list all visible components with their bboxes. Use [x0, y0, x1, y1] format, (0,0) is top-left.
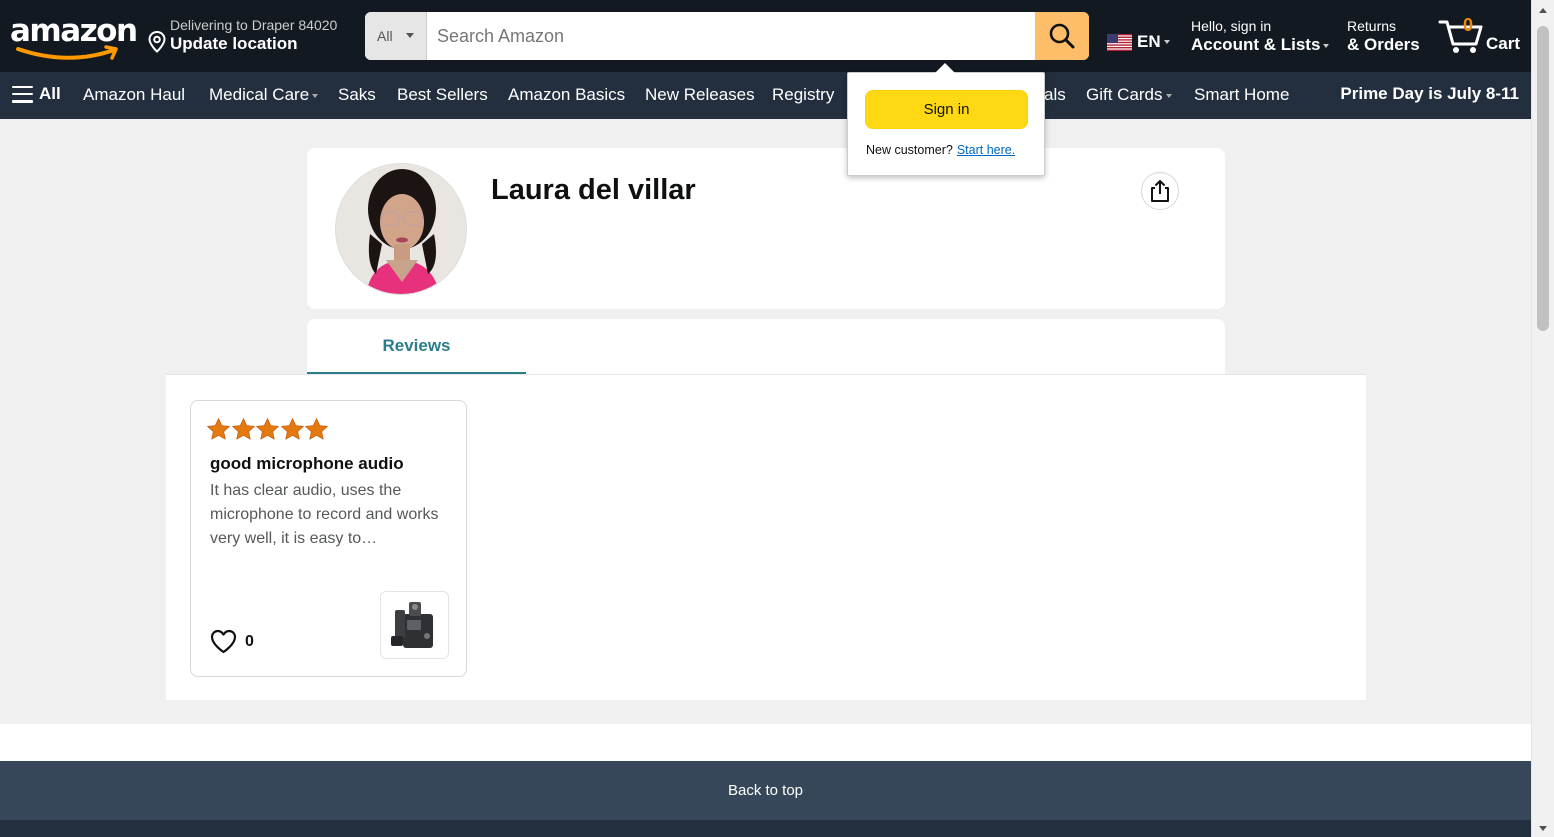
- avatar: [335, 163, 467, 295]
- search-icon: [1049, 23, 1075, 49]
- review-title[interactable]: good microphone audio: [210, 454, 404, 474]
- nav-item-medical-care[interactable]: Medical Care: [209, 85, 319, 105]
- caret-down-icon: [1165, 93, 1172, 98]
- profile-card: Laura del villar: [307, 148, 1225, 309]
- review-body: It has clear audio, uses the microphone …: [210, 482, 439, 547]
- search-category-dropdown[interactable]: All: [365, 12, 427, 60]
- sign-in-button[interactable]: Sign in: [865, 90, 1028, 129]
- update-location-label: Update location: [170, 34, 298, 53]
- cart-link[interactable]: 0 Cart: [1438, 14, 1524, 58]
- share-button[interactable]: [1141, 172, 1179, 210]
- hamburger-icon: [12, 85, 33, 103]
- caret-down-icon: [312, 93, 319, 98]
- back-to-top-button[interactable]: Back to top: [0, 761, 1531, 820]
- nav-item-amazon-basics[interactable]: Amazon Basics: [508, 85, 625, 105]
- all-menu-button[interactable]: All: [12, 84, 61, 104]
- nav-item-registry[interactable]: Registry: [772, 85, 834, 105]
- search-bar: All: [365, 12, 1089, 60]
- profile-name: Laura del villar: [491, 174, 696, 206]
- nav-bar: All Amazon Haul Medical Care Saks Best S…: [0, 72, 1531, 119]
- delivery-label: Delivering to Draper 84020: [170, 17, 338, 33]
- start-here-link[interactable]: Start here.: [957, 143, 1015, 157]
- nav-item-label: Gift Cards: [1086, 85, 1163, 104]
- star-icon: [206, 417, 231, 440]
- account-lists-menu[interactable]: Hello, sign in Account & Lists: [1191, 18, 1330, 55]
- star-icon: [255, 417, 280, 440]
- search-input[interactable]: [427, 12, 1035, 60]
- nav-item-deals[interactable]: als: [1044, 85, 1066, 105]
- all-menu-label: All: [39, 84, 61, 103]
- profile-photo: [336, 164, 466, 294]
- heart-icon[interactable]: [210, 629, 237, 654]
- scroll-up-arrow-icon[interactable]: [1539, 8, 1547, 13]
- star-icon: [231, 417, 255, 440]
- us-flag-icon: [1107, 33, 1132, 51]
- helpful-count: 0: [245, 632, 254, 650]
- star-icon: [304, 417, 329, 440]
- returns-orders-link[interactable]: Returns & Orders: [1347, 18, 1420, 55]
- scroll-down-arrow-icon[interactable]: [1539, 826, 1547, 831]
- tab-reviews[interactable]: Reviews: [307, 319, 526, 374]
- language-selector[interactable]: EN: [1107, 30, 1170, 54]
- new-customer-row: New customer? Start here.: [866, 143, 1015, 157]
- nav-item-saks[interactable]: Saks: [338, 85, 376, 105]
- caret-down-icon: [1323, 43, 1330, 48]
- review-card[interactable]: good microphone audio It has clear audio…: [190, 400, 467, 677]
- share-icon: [1151, 180, 1169, 202]
- caret-down-icon: [1163, 40, 1170, 44]
- amazon-logo[interactable]: amazon: [10, 13, 138, 62]
- helpful-vote: 0: [210, 629, 254, 654]
- nav-item-new-releases[interactable]: New Releases: [645, 85, 755, 105]
- top-header: amazon Delivering to Draper 84020 Update…: [0, 0, 1531, 72]
- prime-day-promo[interactable]: Prime Day is July 8-11: [1340, 84, 1519, 104]
- signin-flyout: Sign in New customer? Start here.: [847, 63, 1045, 176]
- footer: [0, 820, 1531, 837]
- search-button[interactable]: [1035, 12, 1089, 60]
- cart-label: Cart: [1486, 34, 1521, 53]
- account-lists-label: Account & Lists: [1191, 35, 1321, 54]
- nav-item-amazon-haul[interactable]: Amazon Haul: [83, 85, 185, 105]
- page-scrollbar[interactable]: [1531, 0, 1554, 837]
- flyout-arrow: [935, 63, 955, 73]
- scrollbar-thumb[interactable]: [1537, 26, 1549, 331]
- caret-down-icon: [406, 33, 414, 38]
- nav-item-label: Medical Care: [209, 85, 310, 104]
- profile-tabs: Reviews: [307, 319, 1225, 374]
- star-rating: [206, 417, 329, 442]
- microphone-product-image: [390, 602, 433, 648]
- new-customer-label: New customer?: [866, 143, 953, 157]
- product-thumbnail[interactable]: [380, 591, 449, 659]
- reviews-panel: good microphone audio It has clear audio…: [166, 374, 1366, 700]
- returns-label: Returns: [1347, 18, 1397, 34]
- nav-item-best-sellers[interactable]: Best Sellers: [397, 85, 488, 105]
- nav-item-gift-cards[interactable]: Gift Cards: [1086, 85, 1172, 105]
- account-greeting: Hello, sign in: [1191, 18, 1272, 34]
- logo-wordmark: amazon: [10, 13, 138, 49]
- language-code: EN: [1137, 32, 1161, 51]
- orders-label: & Orders: [1347, 35, 1420, 54]
- cart-count: 0: [1462, 15, 1473, 35]
- location-pin-icon: [148, 31, 166, 53]
- star-icon: [280, 417, 304, 440]
- nav-item-smart-home[interactable]: Smart Home: [1194, 85, 1289, 105]
- footer-spacer: [0, 724, 1531, 761]
- search-category-label: All: [377, 28, 393, 44]
- smile-arrow-icon: [16, 45, 118, 60]
